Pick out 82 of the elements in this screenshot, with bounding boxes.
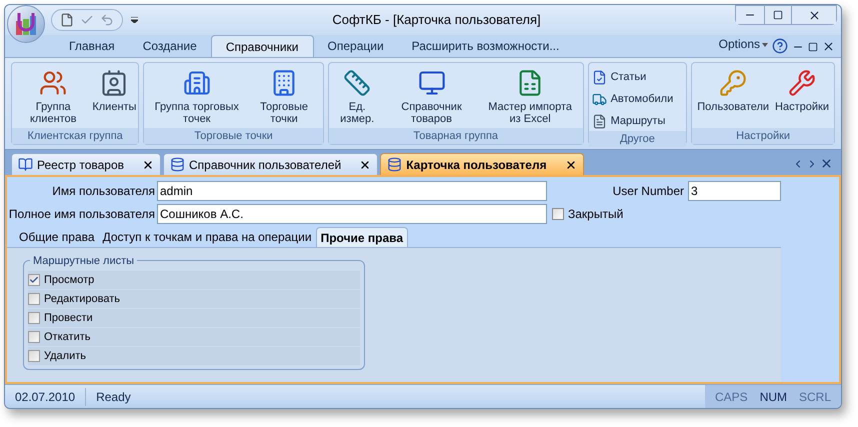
ribbon-tab[interactable]: Создание [128,35,211,57]
checkbox[interactable] [28,350,40,362]
restore-icon[interactable] [808,42,818,52]
people-icon [39,69,68,97]
new-document-icon[interactable] [60,13,74,27]
closed-checkbox[interactable] [552,208,564,220]
field-label: User Number [612,183,685,200]
ribbon-tab[interactable]: Операции [314,35,398,57]
ribbon-large-button[interactable]: Группа торговых точек [147,65,246,128]
app-logo-icon[interactable] [7,5,45,43]
options-menu[interactable]: Options [718,35,760,53]
buildings-icon [182,69,211,97]
window-title: СофтКБ - [Карточка пользователя] [331,11,542,30]
ruler-icon [343,69,372,97]
close-document-icon[interactable] [820,157,833,170]
ribbon-tab[interactable]: Главная [55,35,129,57]
user-number-field[interactable]: 3 [688,181,781,201]
close-icon [808,8,820,22]
help-icon[interactable] [772,38,788,54]
database-icon [170,157,185,172]
ribbon-group-title: Клиентская группа [12,128,138,144]
close-button[interactable] [792,6,836,24]
checkbox-label: Удалить [44,348,86,364]
status-message: Ready [95,388,132,406]
truck-icon [592,92,607,106]
status-indicator: CAPS [715,388,748,406]
maximize-icon [773,10,783,20]
username-field[interactable]: admin [157,181,547,201]
maximize-button[interactable] [764,6,792,24]
book-icon [18,157,33,172]
dropdown-arrow-icon[interactable] [762,43,768,47]
close-tab-icon[interactable] [142,158,154,170]
ribbon-small-button[interactable]: Статьи [592,67,674,87]
ribbon-group-title: Торговые точки [144,128,323,144]
ribbon-tab[interactable]: Справочники [210,35,314,57]
wrench-icon [788,69,816,97]
status-date: 02.07.2010 [5,388,86,406]
ribbon-large-button[interactable]: Настройки [773,65,831,128]
ribbon-large-button[interactable]: Торговые точки [248,65,320,128]
field-label: Полное имя пользователя [8,206,156,223]
form-tab[interactable]: Прочие права [316,227,408,247]
checkbox-label: Провести [44,310,93,326]
ribbon-group-title: Товарная группа [328,128,583,144]
status-indicator: SCRL [799,388,832,406]
ribbon-large-button[interactable]: Справочник товаров [384,65,479,128]
group-box-title: Маршрутные листы [30,253,138,270]
document-icon [592,114,607,128]
ribbon-small-button[interactable]: Маршруты [592,111,674,131]
full-name-field[interactable]: Сошников А.С. [157,204,547,224]
ribbon-small-button[interactable]: Автомобили [592,89,674,109]
ribbon-large-button[interactable]: Мастер импорта из Excel [480,65,580,128]
document-tab[interactable]: Карточка пользователя [380,153,584,175]
field-label: Имя пользователя [51,183,156,200]
close-tab-icon[interactable] [359,158,372,170]
checkbox[interactable] [28,312,40,324]
database-icon [387,157,402,172]
ribbon-tab[interactable]: Расширить возможности... [398,35,574,57]
customize-toolbar-icon[interactable] [131,17,138,23]
contact-card-icon [100,69,128,97]
document-tab[interactable]: Реестр товаров [11,153,161,175]
checkbox-label: Откатить [44,330,90,345]
status-indicator: NUM [760,388,788,406]
checked-document-icon [592,70,607,84]
checkbox-label: Редактировать [44,292,120,307]
checkbox[interactable] [28,331,40,343]
checkbox-label: Закрытый [568,206,624,223]
checkbox-label: Просмотр [44,272,94,288]
monitor-icon [418,69,446,97]
close-icon[interactable] [822,40,835,53]
checkbox[interactable] [28,274,40,286]
ribbon-group-title: Другое [588,131,686,147]
ribbon-large-button[interactable]: Группа клиентов [15,65,92,128]
key-icon [719,69,748,97]
document-tab[interactable]: Справочник пользователей [163,153,378,175]
ribbon-large-button[interactable]: Ед. измер. [332,65,382,128]
close-tab-icon[interactable] [564,158,577,170]
form-tab[interactable]: Общие права [15,227,99,247]
checkbox[interactable] [28,293,40,305]
ribbon-large-button[interactable]: Пользователи [695,65,772,128]
ribbon-large-button[interactable]: Клиенты [93,65,136,128]
ribbon-group-title: Настройки [692,128,834,144]
form-tab[interactable]: Доступ к точкам и права на операции [98,227,316,247]
